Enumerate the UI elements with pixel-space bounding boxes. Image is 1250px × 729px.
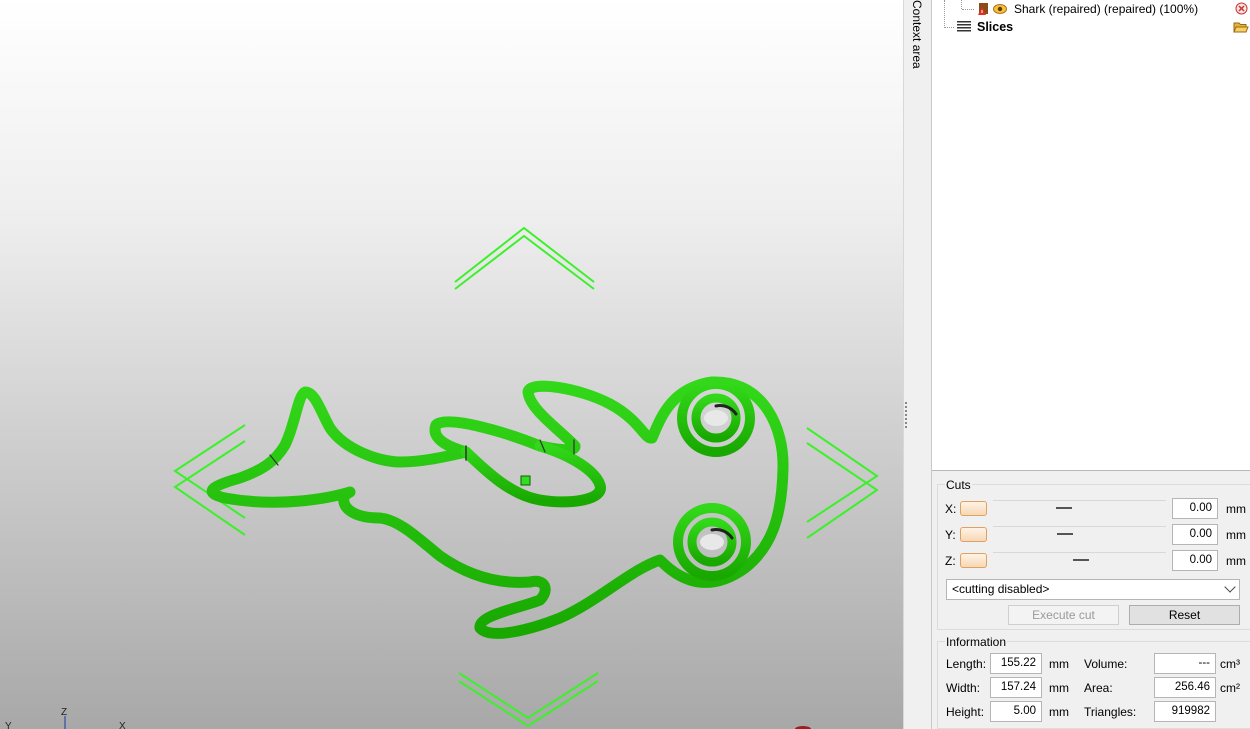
cuts-title: Cuts — [945, 478, 972, 492]
information-title: Information — [945, 635, 1008, 649]
chevron-down-icon — [1224, 581, 1236, 593]
cut-y-toggle[interactable] — [960, 527, 987, 542]
area-unit: cm² — [1220, 681, 1240, 695]
cut-z-slider-track — [993, 552, 1166, 553]
axis-indicator: Z Y X — [5, 707, 126, 729]
cut-x-toggle[interactable] — [960, 501, 987, 516]
cut-x-slider-thumb[interactable] — [1056, 507, 1072, 509]
tree-item-slices[interactable]: Slices — [932, 18, 1250, 36]
scene: Z Y X — [5, 226, 879, 729]
pivot-handle[interactable] — [520, 475, 531, 486]
cut-x-label: X: — [945, 502, 957, 516]
height-label: Height: — [946, 705, 985, 719]
width-value: 157.24 — [990, 677, 1042, 698]
cut-mode-value: <cutting disabled> — [952, 582, 1050, 596]
cut-y-slider-thumb[interactable] — [1057, 533, 1073, 535]
cut-y-input[interactable]: 0.00 — [1172, 524, 1218, 545]
cut-y-slider-track — [993, 526, 1166, 527]
slices-label: Slices — [977, 20, 1014, 34]
volume-value: --- — [1154, 653, 1216, 674]
move-arrow-down[interactable] — [458, 672, 599, 728]
context-area-label: Context area — [910, 0, 924, 69]
splitter-handle[interactable] — [905, 402, 909, 428]
cut-z-label: Z: — [945, 554, 956, 568]
visibility-eye-icon[interactable] — [993, 3, 1007, 15]
folder-open-icon[interactable] — [1233, 21, 1249, 34]
cut-z-slider-thumb[interactable] — [1073, 559, 1089, 561]
cut-z-toggle[interactable] — [960, 553, 987, 568]
close-icon[interactable] — [1235, 2, 1248, 15]
area-value: 256.46 — [1154, 677, 1216, 698]
execute-cut-button[interactable]: Execute cut — [1008, 605, 1119, 625]
volume-label: Volume: — [1084, 657, 1128, 671]
move-arrow-right[interactable] — [806, 427, 879, 539]
reset-button[interactable]: Reset — [1129, 605, 1240, 625]
axis-x-label: X — [119, 721, 126, 729]
axis-z-label: Z — [61, 707, 67, 718]
shark-model[interactable] — [206, 376, 789, 639]
cut-mode-select[interactable]: <cutting disabled> — [946, 579, 1240, 600]
cuts-panel: Cuts X: 0.00 mm Y: 0.00 mm Z: 0.00 mm <c… — [937, 478, 1250, 630]
information-panel: Information Length: 155.22 mm Volume: --… — [937, 635, 1250, 729]
area-label: Area: — [1084, 681, 1113, 695]
cut-z-unit: mm — [1226, 554, 1246, 568]
length-label: Length: — [946, 657, 987, 671]
cut-x-slider-track — [993, 500, 1166, 501]
object-tree[interactable]: Shark (repaired) (repaired) (100%) Slice… — [932, 0, 1250, 471]
axis-y-label: Y — [5, 721, 12, 729]
cut-x-input[interactable]: 0.00 — [1172, 498, 1218, 519]
3d-viewport[interactable]: Z Y X — [0, 0, 903, 729]
slices-icon — [956, 20, 972, 34]
height-unit: mm — [1049, 705, 1069, 719]
cut-y-unit: mm — [1226, 528, 1246, 542]
length-unit: mm — [1049, 657, 1069, 671]
width-label: Width: — [946, 681, 981, 695]
cut-z-input[interactable]: 0.00 — [1172, 550, 1218, 571]
part-name: Shark (repaired) (repaired) (100%) — [1014, 2, 1199, 16]
triangles-value: 919982 — [1154, 701, 1216, 722]
cut-y-label: Y: — [945, 528, 956, 542]
width-unit: mm — [1049, 681, 1069, 695]
move-arrow-up[interactable] — [454, 226, 595, 290]
triangles-label: Triangles: — [1084, 705, 1137, 719]
length-value: 155.22 — [990, 653, 1042, 674]
cut-x-unit: mm — [1226, 502, 1246, 516]
part-warning-icon — [976, 2, 990, 16]
context-area-tab[interactable]: Context area — [903, 0, 932, 729]
height-value: 5.00 — [990, 701, 1042, 722]
tree-item-part[interactable]: Shark (repaired) (repaired) (100%) — [932, 0, 1250, 18]
volume-unit: cm³ — [1220, 657, 1240, 671]
